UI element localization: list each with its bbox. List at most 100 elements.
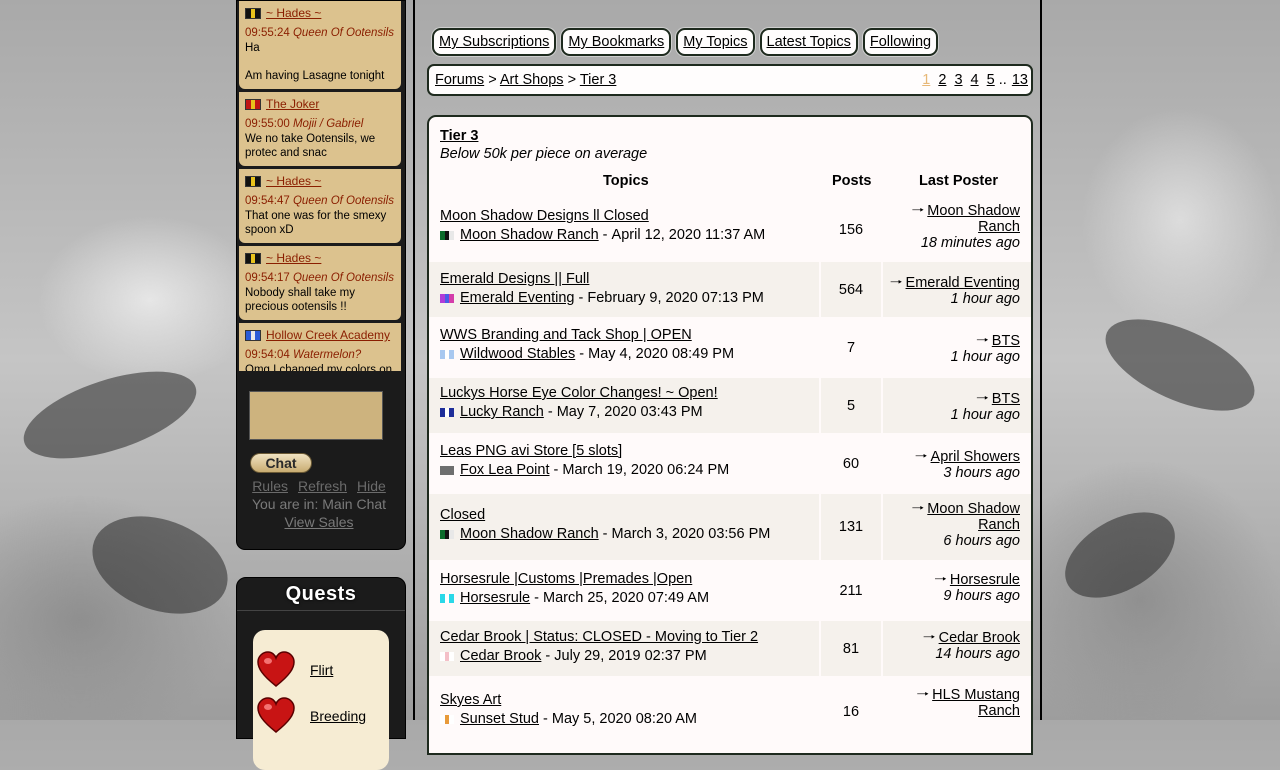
quest-flirt-link[interactable]: Flirt [310,662,333,678]
topic-title: Skyes Art [440,692,501,708]
last-poster-link[interactable]: BTS [992,333,1020,349]
topic-date-sep: - [541,648,555,664]
background-bird-shape [78,498,242,632]
chat-input[interactable] [249,391,383,440]
last-poster: 🠒 Moon Shadow Ranch 18 minutes ago [902,203,1020,251]
topic-date-sep: - [530,590,543,606]
breadcrumb-forums[interactable]: Forums [435,72,484,88]
page-link-last[interactable]: 13 [1012,72,1028,88]
page-link-4[interactable]: 4 [971,72,979,88]
user-flag-icon [440,293,455,303]
last-poster: 🠒 BTS 1 hour ago [951,333,1020,365]
chat-view-sales: View Sales [237,514,401,530]
topic-title-link[interactable]: Cedar Brook | Status: CLOSED - Moving to… [440,629,758,645]
topic-starter: Moon Shadow Ranch - March 3, 2020 03:56 … [440,526,770,542]
topic-author-link[interactable]: Emerald Eventing [460,290,574,306]
chat-messages[interactable]: ~ Hades ~ 09:55:24 Queen Of Ootensils Ha A… [239,1,401,371]
arrow-right-icon: 🠒 [911,203,925,219]
topic-starter: Moon Shadow Ranch - April 12, 2020 11:37… [440,227,765,243]
last-poster-link[interactable]: HLS Mustang Ranch [932,687,1020,719]
chat-user-link[interactable]: The Joker [266,97,319,111]
topic-title-link[interactable]: Moon Shadow Designs ll Closed [440,208,649,224]
arrow-right-icon: 🠒 [976,333,989,349]
last-poster-link[interactable]: April Showers [931,449,1020,465]
tab-following[interactable]: Following [862,28,939,56]
posts-cell: 211 [821,563,881,618]
page-link-3[interactable]: 3 [954,72,962,88]
topic-title-link[interactable]: Luckys Horse Eye Color Changes! ~ Open! [440,385,718,401]
topic-author-link[interactable]: Moon Shadow Ranch [460,526,599,542]
page-link-2[interactable]: 2 [938,72,946,88]
user-flag-icon [440,593,455,603]
topic-author-link[interactable]: Fox Lea Point [460,462,549,478]
topic-title-link[interactable]: Horsesrule |Customs |Premades |Open [440,571,692,587]
topic-cell: Leas PNG avi Store [5 slots] Fox Lea Poin… [429,436,819,491]
user-flag-icon [440,714,455,724]
post-count: 60 [842,456,860,472]
posts-cell: 156 [821,201,881,259]
topic-date: May 7, 2020 03:43 PM [556,404,703,420]
chat-alias: Queen Of Ootensils [292,272,394,284]
topic-title-link[interactable]: Skyes Art [440,692,501,708]
page-link-1[interactable]: 1 [922,72,930,88]
last-poster-link[interactable]: Moon Shadow Ranch [927,203,1020,235]
topic-author-link[interactable]: Horsesrule [460,590,530,606]
posts-cell: 81 [821,621,881,676]
topic-title-link[interactable]: Closed [440,507,485,523]
user-flag-icon [245,7,261,19]
last-post-time: 9 hours ago [943,588,1020,604]
last-poster-link[interactable]: Horsesrule [950,572,1020,588]
chat-send-button[interactable]: Chat [250,453,312,473]
topic-author-link[interactable]: Wildwood Stables [460,346,575,362]
topic-title-link[interactable]: WWS Branding and Tack Shop | OPEN [440,327,692,343]
table-row: Emerald Designs || Full Emerald Eventing … [429,262,1031,317]
chat-hide-link[interactable]: Hide [357,478,386,494]
tab-latest-topics[interactable]: Latest Topics [759,28,858,56]
chat-rules-link[interactable]: Rules [252,478,288,494]
tab-my-bookmarks[interactable]: My Bookmarks [561,28,672,56]
chat-refresh-link[interactable]: Refresh [298,478,347,494]
user-flag-icon [440,407,455,417]
breadcrumb-art-shops[interactable]: Art Shops [500,72,564,88]
topic-cell: Luckys Horse Eye Color Changes! ~ Open! L… [429,378,819,433]
quest-item-breeding[interactable]: Breeding [253,696,389,736]
arrow-right-icon: 🠒 [911,501,925,517]
topic-author-link[interactable]: Moon Shadow Ranch [460,227,599,243]
last-poster-cell: 🠒 Cedar Brook 14 hours ago [883,621,1031,676]
pagination-ellipsis: .. [998,72,1007,88]
tab-my-subscriptions[interactable]: My Subscriptions [432,28,557,56]
chat-location: You are in: Main Chat [251,496,387,512]
chat-message-meta: 09:54:47 Queen Of Ootensils [245,194,395,208]
topic-title-link[interactable]: Emerald Designs || Full [440,271,589,287]
last-poster-link[interactable]: Emerald Eventing [906,275,1020,291]
user-flag-icon [440,230,455,240]
chat-message-text: Nobody shall take my precious ootensils … [245,287,355,313]
breadcrumb-separator: > [488,72,497,88]
chat-user-link[interactable]: ~ Hades ~ [266,251,321,265]
forum-title[interactable]: Tier 3 [440,128,478,144]
topic-title-link[interactable]: Leas PNG avi Store [5 slots] [440,443,622,459]
chat-message-meta: 09:54:17 Queen Of Ootensils [245,271,395,285]
last-poster-link[interactable]: Moon Shadow Ranch [927,501,1020,533]
last-poster-link[interactable]: Cedar Brook [939,630,1020,646]
last-poster-cell: 🠒 HLS Mustang Ranch [883,679,1031,745]
topic-title: Luckys Horse Eye Color Changes! ~ Open! [440,385,718,401]
topic-author-link[interactable]: Cedar Brook [460,648,541,664]
topic-author-link[interactable]: Lucky Ranch [460,404,544,420]
chat-message-text: Omg I changed my colors on [245,364,393,371]
forum-subtitle: Below 50k per piece on average [440,146,648,162]
quest-breeding-link[interactable]: Breeding [310,708,366,724]
quests-list: Flirt Breeding [253,630,389,770]
last-poster-link[interactable]: BTS [992,391,1020,407]
tab-my-topics[interactable]: My Topics [676,28,755,56]
topic-author-link[interactable]: Sunset Stud [460,711,539,727]
chat-user-link[interactable]: ~ Hades ~ [266,6,321,20]
quest-item-flirt[interactable]: Flirt [253,650,389,690]
view-sales-link[interactable]: View Sales [284,514,353,530]
topic-date-sep: - [598,227,612,243]
page-link-5[interactable]: 5 [987,72,995,88]
topic-cell: WWS Branding and Tack Shop | OPEN Wildwoo… [429,320,819,375]
breadcrumb-tier-3[interactable]: Tier 3 [580,72,617,88]
chat-user-link[interactable]: Hollow Creek Academy [266,328,390,342]
chat-user-link[interactable]: ~ Hades ~ [266,174,321,188]
